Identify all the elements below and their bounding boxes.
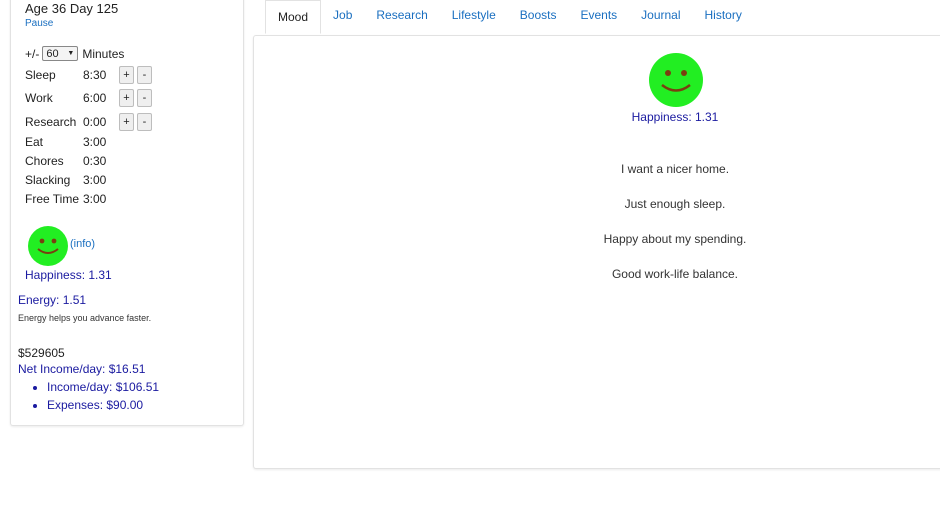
money-balance: $529605 bbox=[18, 346, 65, 360]
sleep-decrease-button[interactable]: - bbox=[137, 66, 152, 84]
schedule-value: 8:30 bbox=[83, 68, 107, 82]
expenses-per-day: Expenses: $90.00 bbox=[47, 398, 159, 416]
net-income-value: Net Income/day: $16.51 bbox=[18, 362, 146, 376]
smiley-face-icon bbox=[648, 52, 704, 113]
mood-thought: Happy about my spending. bbox=[603, 232, 747, 246]
schedule-value: 0:00 bbox=[83, 115, 107, 129]
schedule-value: 3:00 bbox=[83, 173, 107, 187]
schedule-row-eat: Eat 3:00 bbox=[25, 132, 119, 152]
tab-lifestyle[interactable]: Lifestyle bbox=[452, 0, 496, 29]
schedule-label: Research bbox=[25, 115, 77, 129]
status-panel: Age 36 Day 125 Pause +/- 60 ▼ Minutes Sl… bbox=[10, 0, 244, 426]
schedule-value: 3:00 bbox=[83, 135, 107, 149]
schedule-row-research: Research 0:00 + - bbox=[25, 112, 155, 132]
step-prefix: +/- bbox=[25, 46, 40, 61]
schedule-row-sleep: Sleep 8:30 + - bbox=[25, 65, 155, 85]
time-step-row: +/- 60 ▼ Minutes bbox=[25, 46, 124, 61]
mood-panel: Happiness: 1.31 I want a nicer home. Jus… bbox=[253, 35, 940, 469]
schedule-value: 6:00 bbox=[83, 91, 107, 105]
mood-info-link[interactable]: (info) bbox=[70, 238, 95, 250]
chevron-down-icon: ▼ bbox=[67, 50, 75, 57]
mood-thought: Just enough sleep. bbox=[624, 197, 726, 211]
schedule-label: Slacking bbox=[25, 173, 71, 187]
tab-events[interactable]: Events bbox=[580, 0, 617, 29]
main-tabs: Mood Job Research Lifestyle Boosts Event… bbox=[265, 0, 742, 35]
work-decrease-button[interactable]: - bbox=[137, 89, 152, 107]
schedule-label: Sleep bbox=[25, 68, 56, 82]
tab-research[interactable]: Research bbox=[376, 0, 427, 29]
tab-boosts[interactable]: Boosts bbox=[520, 0, 557, 29]
schedule-label: Work bbox=[25, 91, 53, 105]
income-per-day: Income/day: $106.51 bbox=[47, 380, 159, 398]
mood-thought: Good work-life balance. bbox=[611, 267, 739, 281]
research-decrease-button[interactable]: - bbox=[137, 113, 152, 131]
schedule-label: Free Time bbox=[25, 192, 80, 206]
energy-value: Energy: 1.51 bbox=[18, 293, 87, 307]
happiness-value: Happiness: 1.31 bbox=[25, 268, 112, 282]
mood-thoughts-list: I want a nicer home. Just enough sleep. … bbox=[254, 162, 940, 302]
tab-mood[interactable]: Mood bbox=[265, 0, 322, 34]
step-size-select[interactable]: 60 ▼ bbox=[42, 46, 79, 61]
energy-note: Energy helps you advance faster. bbox=[18, 313, 152, 323]
work-increase-button[interactable]: + bbox=[119, 89, 134, 107]
schedule-row-work: Work 6:00 + - bbox=[25, 88, 155, 108]
age-day-label: Age 36 Day 125 bbox=[25, 1, 119, 16]
sleep-increase-button[interactable]: + bbox=[119, 66, 134, 84]
tab-job[interactable]: Job bbox=[333, 0, 352, 29]
schedule-label: Chores bbox=[25, 154, 64, 168]
schedule-row-chores: Chores 0:30 bbox=[25, 151, 119, 171]
pause-link[interactable]: Pause bbox=[25, 18, 53, 29]
income-breakdown-list: Income/day: $106.51 Expenses: $90.00 bbox=[35, 380, 159, 416]
step-size-value: 60 bbox=[46, 47, 59, 60]
schedule-row-slacking: Slacking 3:00 bbox=[25, 170, 119, 190]
schedule-label: Eat bbox=[25, 135, 44, 149]
schedule-row-free-time: Free Time 3:00 bbox=[25, 189, 119, 209]
schedule-value: 3:00 bbox=[83, 192, 107, 206]
step-unit: Minutes bbox=[82, 46, 125, 61]
tab-journal[interactable]: Journal bbox=[641, 0, 680, 29]
research-increase-button[interactable]: + bbox=[119, 113, 134, 131]
schedule-value: 0:30 bbox=[83, 154, 107, 168]
tab-history[interactable]: History bbox=[705, 0, 742, 29]
mood-thought: I want a nicer home. bbox=[620, 162, 730, 176]
smiley-face-icon bbox=[27, 225, 69, 272]
happiness-value: Happiness: 1.31 bbox=[631, 110, 719, 124]
